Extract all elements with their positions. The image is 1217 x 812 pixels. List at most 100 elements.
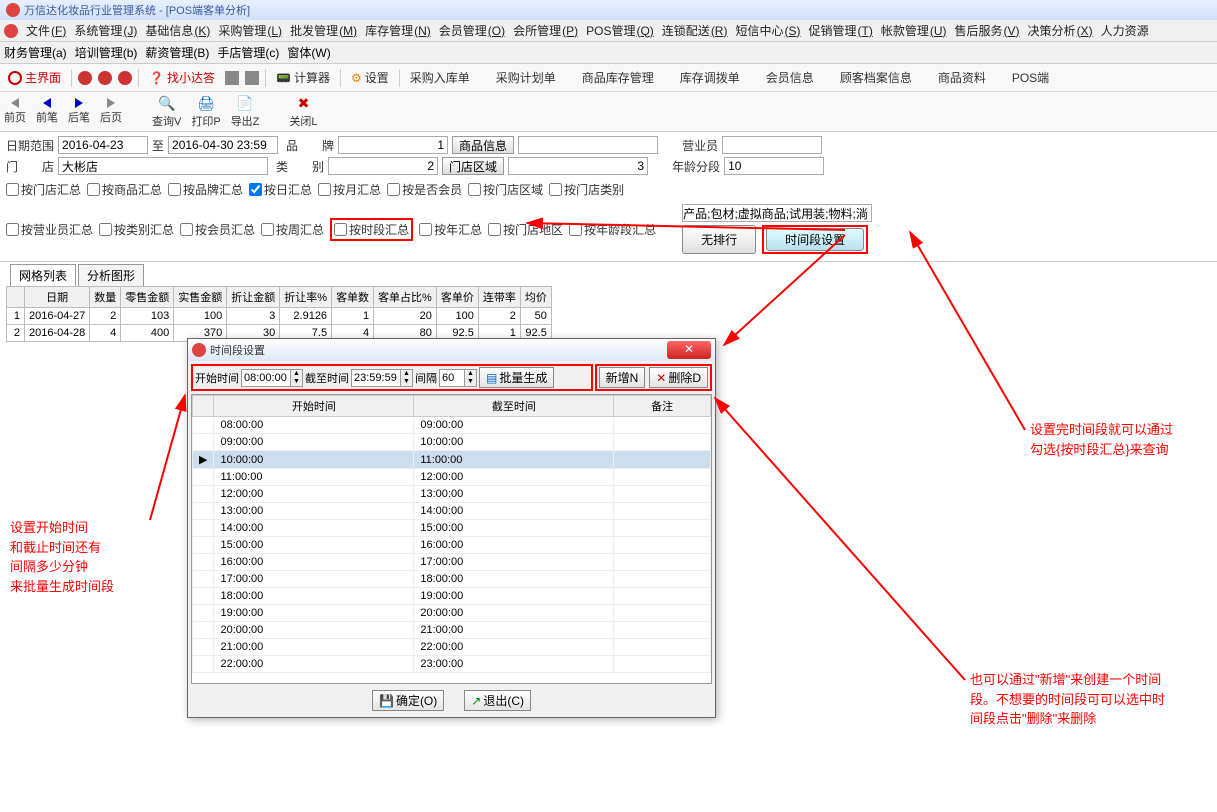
tab-chart[interactable]: 分析图形 — [78, 264, 144, 286]
quick-link-5[interactable]: 顾客档案信息 — [836, 67, 916, 88]
query-button[interactable]: 🔍查询V — [152, 95, 181, 129]
export-button[interactable]: 📄导出Z — [231, 95, 260, 129]
dialog-close-button[interactable]: ✕ — [667, 341, 711, 359]
main-screen-button[interactable]: 主界面 — [4, 67, 65, 88]
menu-8[interactable]: POS管理(Q) — [586, 22, 654, 39]
time-set-button[interactable]: 时间段设置 — [766, 228, 864, 251]
check-5[interactable]: 按是否会员 — [387, 181, 462, 198]
menu2-0[interactable]: 财务管理(a) — [4, 44, 67, 61]
toolbar-icon-2[interactable] — [98, 71, 112, 85]
batch-generate-button[interactable]: ▤批量生成 — [479, 367, 554, 388]
check-13[interactable]: 按年汇总 — [419, 221, 482, 238]
time-row[interactable]: 21:00:0022:00:00 — [193, 639, 711, 656]
goods-input[interactable] — [518, 136, 658, 154]
area-input[interactable] — [508, 157, 648, 175]
print-button[interactable]: 🖨打印P — [191, 95, 220, 129]
exit-button[interactable]: ↗退出(C) — [464, 690, 531, 711]
quick-link-7[interactable]: POS端 — [1008, 67, 1053, 88]
time-row[interactable]: 12:00:0013:00:00 — [193, 486, 711, 503]
check-6[interactable]: 按门店区域 — [468, 181, 543, 198]
check-2[interactable]: 按品牌汇总 — [168, 181, 243, 198]
date-to-input[interactable] — [168, 136, 278, 154]
time-row[interactable]: ▶10:00:0011:00:00 — [193, 451, 711, 469]
settings-button[interactable]: ⚙设置 — [347, 67, 393, 88]
time-row[interactable]: 16:00:0017:00:00 — [193, 554, 711, 571]
prev-record-button[interactable]: 前笔 — [36, 98, 58, 125]
find-xiaoda-button[interactable]: ❓找小达答 — [145, 67, 219, 88]
check-15[interactable]: 按年龄段汇总 — [569, 221, 656, 238]
menu2-4[interactable]: 窗体(W) — [287, 44, 330, 61]
time-row[interactable]: 18:00:0019:00:00 — [193, 588, 711, 605]
time-row[interactable]: 22:00:0023:00:00 — [193, 656, 711, 673]
toolbar-icon-5[interactable] — [245, 71, 259, 85]
menu-9[interactable]: 连锁配送(R) — [662, 22, 728, 39]
store-area-button[interactable]: 门店区域 — [442, 157, 504, 175]
quick-link-3[interactable]: 库存调拨单 — [676, 67, 744, 88]
prod-filter-input[interactable] — [682, 204, 872, 222]
time-row[interactable]: 09:00:0010:00:00 — [193, 434, 711, 451]
quick-link-2[interactable]: 商品库存管理 — [578, 67, 658, 88]
menu-2[interactable]: 基础信息(K) — [145, 22, 210, 39]
toolbar-icon-1[interactable] — [78, 71, 92, 85]
menu2-1[interactable]: 培训管理(b) — [75, 44, 138, 61]
time-period-grid[interactable]: 开始时间 截至时间 备注 08:00:0009:00:0009:00:0010:… — [191, 394, 712, 684]
toolbar-icon-4[interactable] — [225, 71, 239, 85]
no-sort-button[interactable]: 无排行 — [682, 225, 756, 254]
check-9[interactable]: 按类别汇总 — [99, 221, 174, 238]
menu2-3[interactable]: 手店管理(c) — [217, 44, 279, 61]
check-11[interactable]: 按周汇总 — [261, 221, 324, 238]
check-1[interactable]: 按商品汇总 — [87, 181, 162, 198]
toolbar-icon-3[interactable] — [118, 71, 132, 85]
first-page-button[interactable]: 前页 — [4, 98, 26, 125]
close-button[interactable]: ✖关闭L — [289, 95, 317, 129]
time-row[interactable]: 17:00:0018:00:00 — [193, 571, 711, 588]
menu-1[interactable]: 系统管理(J) — [74, 22, 137, 39]
next-record-button[interactable]: 后笔 — [68, 98, 90, 125]
menu-13[interactable]: 售后服务(V) — [955, 22, 1020, 39]
interval-spinner[interactable]: ▲▼ — [439, 369, 477, 387]
quick-link-4[interactable]: 会员信息 — [762, 67, 818, 88]
check-7[interactable]: 按门店类别 — [549, 181, 624, 198]
table-row[interactable]: 12016-04-27210310032.9126120100250 — [7, 308, 552, 325]
time-row[interactable]: 08:00:0009:00:00 — [193, 417, 711, 434]
menu-0[interactable]: 文件(F) — [26, 22, 66, 39]
time-row[interactable]: 15:00:0016:00:00 — [193, 537, 711, 554]
menu2-2[interactable]: 薪资管理(B) — [145, 44, 209, 61]
menu-5[interactable]: 库存管理(N) — [365, 22, 431, 39]
last-page-button[interactable]: 后页 — [100, 98, 122, 125]
age-input[interactable] — [724, 157, 824, 175]
goods-info-button[interactable]: 商品信息 — [452, 136, 514, 154]
menu-12[interactable]: 帐款管理(U) — [881, 22, 947, 39]
ok-button[interactable]: 💾确定(O) — [372, 690, 444, 711]
menu-14[interactable]: 决策分析(X) — [1028, 22, 1093, 39]
menu-15[interactable]: 人力资源 — [1101, 22, 1150, 39]
menu-4[interactable]: 批发管理(M) — [290, 22, 357, 39]
quick-link-1[interactable]: 采购计划单 — [492, 67, 560, 88]
menu-10[interactable]: 短信中心(S) — [735, 22, 800, 39]
time-row[interactable]: 13:00:0014:00:00 — [193, 503, 711, 520]
time-row[interactable]: 14:00:0015:00:00 — [193, 520, 711, 537]
check-14[interactable]: 按门店地区 — [488, 221, 563, 238]
sales-input[interactable] — [722, 136, 822, 154]
time-row[interactable]: 11:00:0012:00:00 — [193, 469, 711, 486]
time-row[interactable]: 20:00:0021:00:00 — [193, 622, 711, 639]
check-3[interactable]: 按日汇总 — [249, 181, 312, 198]
brand-input[interactable] — [338, 136, 448, 154]
check-12[interactable]: 按时段汇总 — [334, 221, 409, 238]
date-from-input[interactable] — [58, 136, 148, 154]
check-8[interactable]: 按营业员汇总 — [6, 221, 93, 238]
menu-6[interactable]: 会员管理(O) — [439, 22, 505, 39]
calculator-button[interactable]: 📟计算器 — [272, 67, 334, 88]
quick-link-6[interactable]: 商品资料 — [934, 67, 990, 88]
tab-grid-list[interactable]: 网格列表 — [10, 264, 76, 286]
quick-link-0[interactable]: 采购入库单 — [406, 67, 474, 88]
check-10[interactable]: 按会员汇总 — [180, 221, 255, 238]
menu-3[interactable]: 采购管理(L) — [218, 22, 282, 39]
start-time-spinner[interactable]: ▲▼ — [241, 369, 303, 387]
check-4[interactable]: 按月汇总 — [318, 181, 381, 198]
menu-7[interactable]: 会所管理(P) — [513, 22, 578, 39]
check-0[interactable]: 按门店汇总 — [6, 181, 81, 198]
end-time-spinner[interactable]: ▲▼ — [351, 369, 413, 387]
store-input[interactable] — [58, 157, 268, 175]
category-input[interactable] — [328, 157, 438, 175]
